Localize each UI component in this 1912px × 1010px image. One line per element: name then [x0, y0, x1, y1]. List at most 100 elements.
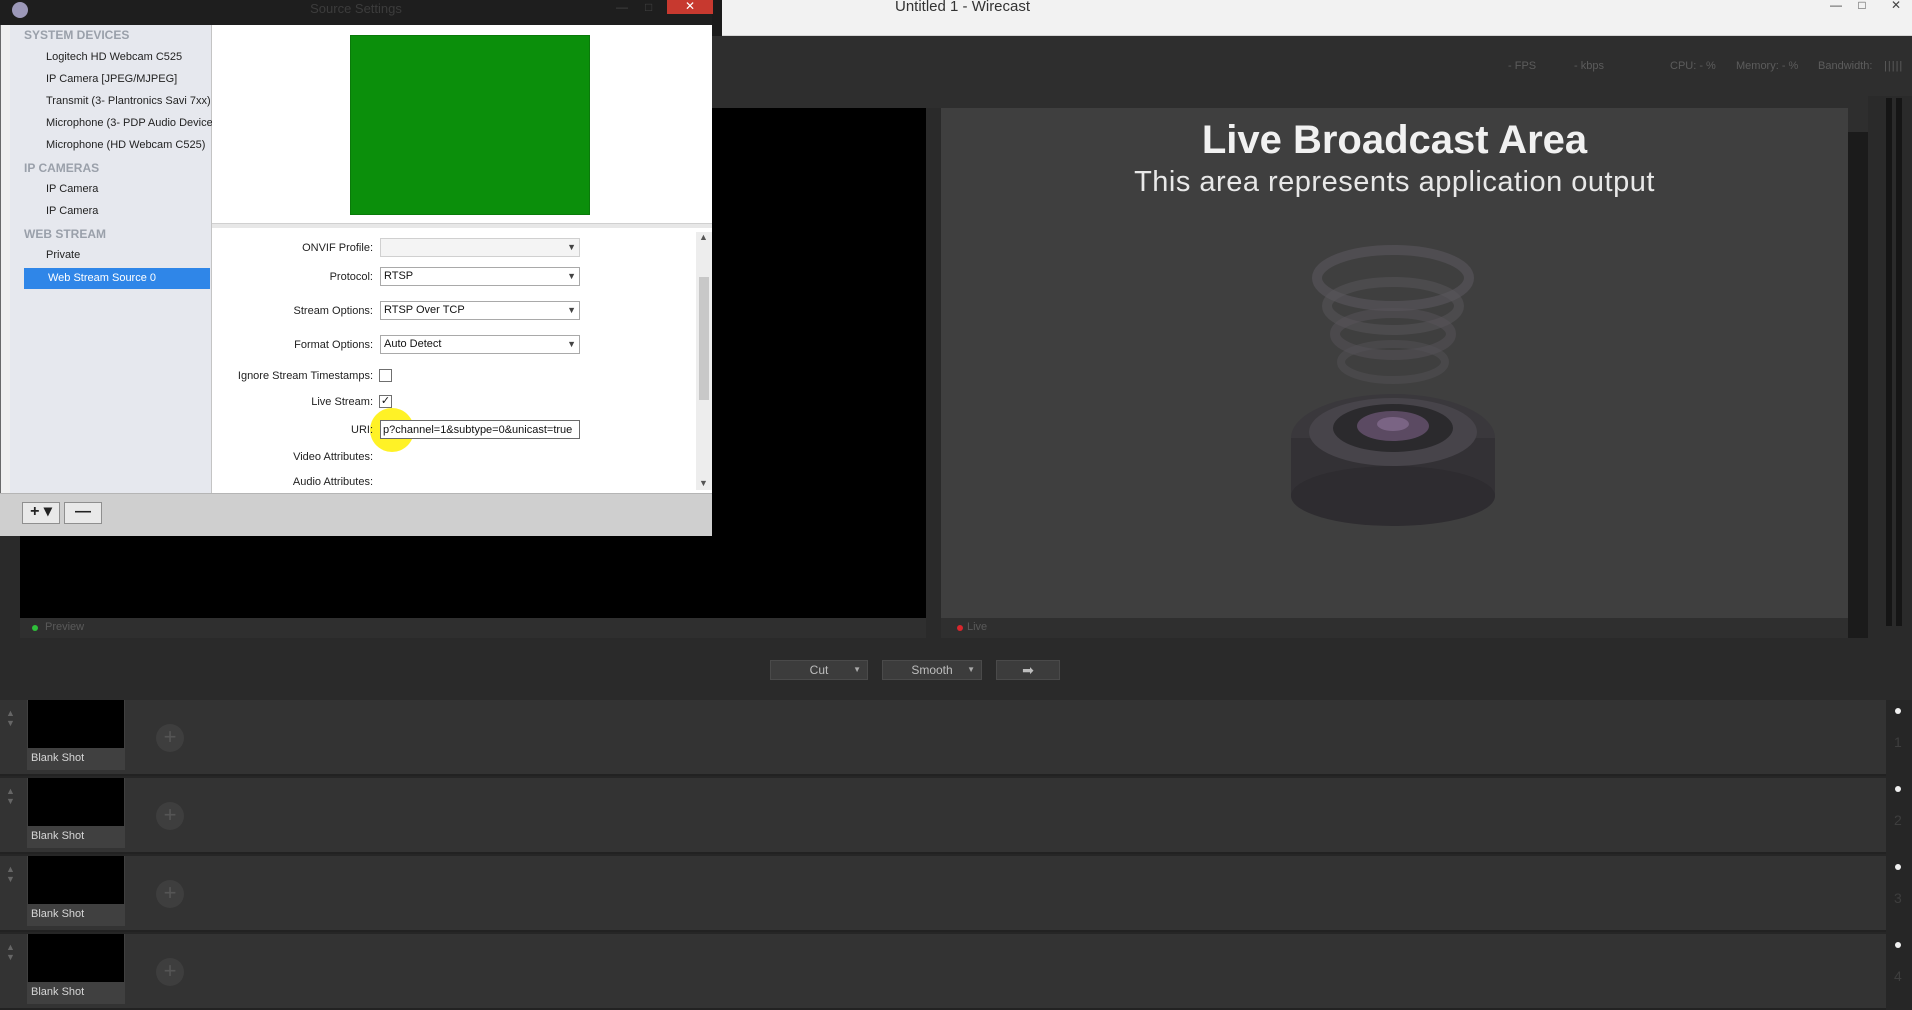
shot-thumbnail[interactable]: Blank Shot	[27, 700, 125, 770]
ignore-timestamps-checkbox[interactable]	[379, 369, 392, 382]
properties-divider	[212, 223, 712, 228]
close-button[interactable]: ✕	[1884, 0, 1908, 12]
layer-toggle-2[interactable]: 2	[1886, 778, 1912, 854]
source-item[interactable]: IP Camera	[46, 183, 98, 195]
layer-toggle-1[interactable]: 1	[1886, 700, 1912, 776]
format-options-select[interactable]: Auto Detect ▼	[380, 335, 580, 354]
dialog-minimize-button[interactable]: —	[616, 0, 628, 14]
source-item[interactable]: Microphone (3- PDP Audio Device	[46, 117, 213, 129]
checkmark-icon: ✓	[380, 395, 391, 407]
live-label-bar: Live	[941, 618, 1848, 638]
layer-reorder-icon[interactable]: ▲ ▼	[6, 708, 18, 728]
camera-lens-icon	[1291, 245, 1495, 526]
layer-visibility-icon[interactable]	[1895, 942, 1901, 948]
cut-label: Cut	[809, 663, 829, 677]
scroll-up-icon[interactable]: ▲	[699, 232, 708, 242]
stream-options-select[interactable]: RTSP Over TCP ▼	[380, 301, 580, 320]
preview-label: Preview	[45, 621, 85, 633]
source-item-selected[interactable]: Web Stream Source 0	[24, 268, 210, 289]
chevron-down-icon: ▼	[567, 271, 576, 281]
protocol-value: RTSP	[384, 270, 414, 282]
stream-options-value: RTSP Over TCP	[384, 304, 465, 316]
source-item[interactable]: IP Camera	[46, 205, 98, 217]
live-title: Live Broadcast Area	[1201, 118, 1588, 162]
layer-number: 3	[1894, 890, 1902, 906]
chevron-down-icon: ▼	[567, 242, 576, 252]
layer-visibility-icon[interactable]	[1895, 708, 1901, 714]
dialog-titlebar: Source Settings — □ ✕	[0, 0, 713, 25]
layer-visibility-icon[interactable]	[1895, 864, 1901, 870]
properties-scrollbar[interactable]: ▲ ▼	[696, 232, 712, 490]
add-shot-button[interactable]: +	[156, 880, 184, 908]
go-button[interactable]: ➡	[996, 660, 1060, 680]
onvif-profile-select[interactable]: ▼	[380, 238, 580, 257]
layer-number: 4	[1894, 968, 1902, 984]
preview-status-dot	[32, 625, 38, 631]
shot-image	[28, 856, 124, 904]
shot-layers: ▲ ▼ Blank Shot + 1 ▲ ▼ Blank Shot + 2 ▲ ▼ B…	[0, 700, 1912, 1010]
shot-thumbnail[interactable]: Blank Shot	[27, 934, 125, 1004]
restore-button[interactable]: □	[1850, 0, 1874, 12]
layer-toggle-4[interactable]: 4	[1886, 934, 1912, 1010]
remove-source-button[interactable]: —	[64, 502, 102, 524]
source-list: SYSTEM DEVICES Logitech HD Webcam C525 I…	[10, 25, 213, 493]
shot-label: Blank Shot	[31, 830, 85, 842]
audio-meter-right	[1896, 98, 1902, 626]
scrollbar-thumb[interactable]	[699, 277, 709, 400]
shot-image	[28, 934, 124, 982]
uri-input[interactable]	[380, 420, 580, 439]
layer-reorder-icon[interactable]: ▲ ▼	[6, 864, 18, 884]
smooth-transition-button[interactable]: Smooth ▼	[882, 660, 982, 680]
layer-number: 2	[1894, 812, 1902, 828]
add-shot-button[interactable]: +	[156, 802, 184, 830]
layer-row-4: ▲ ▼ Blank Shot +	[0, 934, 1890, 1010]
scroll-down-icon[interactable]: ▼	[699, 478, 708, 488]
layer-visibility-icon[interactable]	[1895, 786, 1901, 792]
source-item[interactable]: Logitech HD Webcam C525	[46, 51, 182, 63]
shot-image	[28, 700, 124, 748]
live-stream-checkbox[interactable]: ✓	[379, 395, 392, 408]
live-stream-label: Live Stream:	[311, 396, 373, 408]
shot-thumbnail[interactable]: Blank Shot	[27, 856, 125, 926]
chevron-down-icon: ▼	[567, 339, 576, 349]
layer-reorder-icon[interactable]: ▲ ▼	[6, 786, 18, 806]
audio-meter-left	[1886, 98, 1892, 626]
layer-reorder-icon[interactable]: ▲ ▼	[6, 942, 18, 962]
source-item[interactable]: Microphone (HD Webcam C525)	[46, 139, 205, 151]
window-title: Untitled 1 - Wirecast	[895, 0, 1031, 15]
add-shot-button[interactable]: +	[156, 958, 184, 986]
dialog-maximize-button[interactable]: □	[645, 0, 652, 14]
layer-toggle-3[interactable]: 3	[1886, 856, 1912, 932]
layer-row-3: ▲ ▼ Blank Shot +	[0, 856, 1890, 932]
minimize-button[interactable]: —	[1824, 0, 1848, 12]
add-source-button[interactable]: + ▾	[22, 502, 60, 524]
audio-meter: ◀) ∩	[1868, 96, 1912, 656]
source-item[interactable]: Transmit (3- Plantronics Savi 7xx)	[46, 95, 211, 107]
cut-transition-button[interactable]: Cut ▼	[770, 660, 868, 680]
ignore-timestamps-label: Ignore Stream Timestamps:	[237, 370, 373, 382]
memory-readout: Memory: - %	[1736, 60, 1799, 72]
shot-thumbnail[interactable]: Blank Shot	[27, 778, 125, 848]
live-monitor[interactable]: Live Broadcast Area This area represents…	[941, 108, 1848, 618]
onvif-label: ONVIF Profile:	[302, 242, 373, 254]
uri-label: URI:	[351, 424, 373, 436]
shot-image	[28, 778, 124, 826]
dialog-footer	[0, 493, 712, 536]
dialog-close-button[interactable]: ✕	[667, 0, 713, 14]
chevron-down-icon: ▼	[567, 305, 576, 315]
add-shot-button[interactable]: +	[156, 724, 184, 752]
bandwidth-readout: Bandwidth:	[1818, 60, 1873, 72]
video-attributes-label: Video Attributes:	[293, 451, 373, 463]
dialog-title: Source Settings	[310, 1, 402, 16]
shot-label: Blank Shot	[31, 752, 85, 764]
fps-readout: - FPS	[1508, 60, 1537, 72]
source-item[interactable]: IP Camera [JPEG/MJPEG]	[46, 73, 177, 85]
source-item[interactable]: Private	[46, 249, 80, 261]
format-options-value: Auto Detect	[384, 338, 442, 350]
chevron-down-icon: ▼	[967, 665, 975, 674]
group-web-stream: WEB STREAM	[24, 227, 106, 241]
chevron-down-icon: ▼	[853, 665, 861, 674]
protocol-select[interactable]: RTSP ▼	[380, 267, 580, 286]
group-system-devices: SYSTEM DEVICES	[24, 28, 130, 42]
format-options-label: Format Options:	[294, 339, 373, 351]
